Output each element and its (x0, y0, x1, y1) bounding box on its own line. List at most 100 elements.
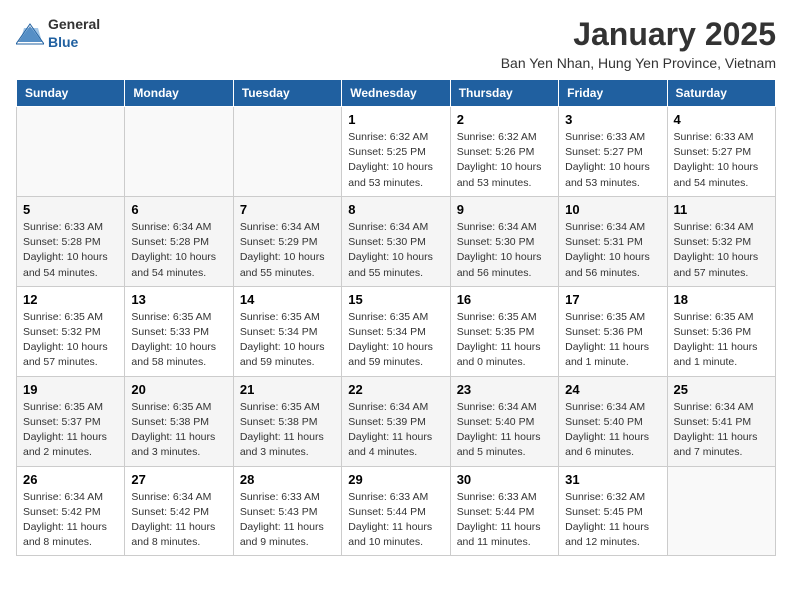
day-detail: Sunrise: 6:34 AM Sunset: 5:39 PM Dayligh… (348, 400, 443, 461)
day-number: 27 (131, 472, 226, 487)
day-detail: Sunrise: 6:32 AM Sunset: 5:25 PM Dayligh… (348, 130, 443, 191)
day-detail: Sunrise: 6:35 AM Sunset: 5:36 PM Dayligh… (674, 310, 769, 371)
day-detail: Sunrise: 6:34 AM Sunset: 5:28 PM Dayligh… (131, 220, 226, 281)
calendar-cell: 6Sunrise: 6:34 AM Sunset: 5:28 PM Daylig… (125, 196, 233, 286)
calendar-cell: 18Sunrise: 6:35 AM Sunset: 5:36 PM Dayli… (667, 286, 775, 376)
calendar-cell: 16 Sunrise: 6:35 AM Sunset: 5:35 PM Dayli… (450, 286, 558, 376)
day-header-monday: Monday (125, 80, 233, 107)
day-number: 22 (348, 382, 443, 397)
day-number: 31 (565, 472, 660, 487)
day-detail: Sunrise: 6:35 AM Sunset: 5:38 PM Dayligh… (240, 400, 335, 461)
day-detail: Sunrise: 6:33 AM Sunset: 5:44 PM Dayligh… (457, 490, 552, 551)
day-number: 2 (457, 112, 552, 127)
day-detail: Sunrise: 6:35 AM Sunset: 5:34 PM Dayligh… (348, 310, 443, 371)
calendar-cell: 4Sunrise: 6:33 AM Sunset: 5:27 PM Daylig… (667, 107, 775, 197)
day-number: 28 (240, 472, 335, 487)
day-number: 23 (457, 382, 552, 397)
day-detail: Sunrise: 6:35 AM Sunset: 5:34 PM Dayligh… (240, 310, 335, 371)
day-number: 9 (457, 202, 552, 217)
day-detail: Sunrise: 6:32 AM Sunset: 5:45 PM Dayligh… (565, 490, 660, 551)
calendar-cell: 7Sunrise: 6:34 AM Sunset: 5:29 PM Daylig… (233, 196, 341, 286)
calendar-cell (17, 107, 125, 197)
calendar-week-1: 1 Sunrise: 6:32 AM Sunset: 5:25 PM Daylig… (17, 107, 776, 197)
day-number: 15 (348, 292, 443, 307)
calendar-cell (233, 107, 341, 197)
day-number: 16 (457, 292, 552, 307)
calendar-cell: 17 Sunrise: 6:35 AM Sunset: 5:36 PM Dayli… (559, 286, 667, 376)
day-number: 5 (23, 202, 118, 217)
calendar-cell: 29 Sunrise: 6:33 AM Sunset: 5:44 PM Dayli… (342, 466, 450, 556)
page-header: General Blue January 2025 Ban Yen Nhan, … (16, 16, 776, 71)
calendar-week-3: 12 Sunrise: 6:35 AM Sunset: 5:32 PM Dayli… (17, 286, 776, 376)
calendar-table: SundayMondayTuesdayWednesdayThursdayFrid… (16, 79, 776, 556)
day-header-wednesday: Wednesday (342, 80, 450, 107)
calendar-header-row: SundayMondayTuesdayWednesdayThursdayFrid… (17, 80, 776, 107)
logo-blue: Blue (48, 34, 78, 50)
calendar-cell: 14 Sunrise: 6:35 AM Sunset: 5:34 PM Dayli… (233, 286, 341, 376)
calendar-cell: 20 Sunrise: 6:35 AM Sunset: 5:38 PM Dayli… (125, 376, 233, 466)
day-header-thursday: Thursday (450, 80, 558, 107)
day-detail: Sunrise: 6:35 AM Sunset: 5:33 PM Dayligh… (131, 310, 226, 371)
day-detail: Sunrise: 6:33 AM Sunset: 5:27 PM Dayligh… (565, 130, 660, 191)
calendar-week-2: 5Sunrise: 6:33 AM Sunset: 5:28 PM Daylig… (17, 196, 776, 286)
calendar-cell: 11 Sunrise: 6:34 AM Sunset: 5:32 PM Dayli… (667, 196, 775, 286)
calendar-cell: 2 Sunrise: 6:32 AM Sunset: 5:26 PM Daylig… (450, 107, 558, 197)
day-header-sunday: Sunday (17, 80, 125, 107)
day-header-tuesday: Tuesday (233, 80, 341, 107)
day-number: 12 (23, 292, 118, 307)
day-number: 1 (348, 112, 443, 127)
calendar-cell: 12 Sunrise: 6:35 AM Sunset: 5:32 PM Dayli… (17, 286, 125, 376)
day-detail: Sunrise: 6:34 AM Sunset: 5:41 PM Dayligh… (674, 400, 769, 461)
day-detail: Sunrise: 6:34 AM Sunset: 5:30 PM Dayligh… (348, 220, 443, 281)
logo: General Blue (16, 16, 100, 52)
calendar-cell: 25 Sunrise: 6:34 AM Sunset: 5:41 PM Dayli… (667, 376, 775, 466)
day-number: 30 (457, 472, 552, 487)
day-number: 17 (565, 292, 660, 307)
day-detail: Sunrise: 6:34 AM Sunset: 5:42 PM Dayligh… (23, 490, 118, 551)
logo-icon (16, 22, 44, 46)
logo-text: General Blue (48, 16, 100, 52)
day-detail: Sunrise: 6:34 AM Sunset: 5:40 PM Dayligh… (565, 400, 660, 461)
day-detail: Sunrise: 6:33 AM Sunset: 5:27 PM Dayligh… (674, 130, 769, 191)
logo-general: General (48, 16, 100, 32)
calendar-cell: 10Sunrise: 6:34 AM Sunset: 5:31 PM Dayli… (559, 196, 667, 286)
day-number: 21 (240, 382, 335, 397)
day-number: 13 (131, 292, 226, 307)
calendar-cell (125, 107, 233, 197)
day-detail: Sunrise: 6:35 AM Sunset: 5:38 PM Dayligh… (131, 400, 226, 461)
calendar-cell: 23 Sunrise: 6:34 AM Sunset: 5:40 PM Dayli… (450, 376, 558, 466)
calendar-cell: 21 Sunrise: 6:35 AM Sunset: 5:38 PM Dayli… (233, 376, 341, 466)
day-detail: Sunrise: 6:35 AM Sunset: 5:32 PM Dayligh… (23, 310, 118, 371)
day-header-friday: Friday (559, 80, 667, 107)
location: Ban Yen Nhan, Hung Yen Province, Vietnam (501, 55, 776, 71)
day-header-saturday: Saturday (667, 80, 775, 107)
day-number: 29 (348, 472, 443, 487)
day-detail: Sunrise: 6:34 AM Sunset: 5:32 PM Dayligh… (674, 220, 769, 281)
calendar-cell: 9 Sunrise: 6:34 AM Sunset: 5:30 PM Daylig… (450, 196, 558, 286)
day-number: 25 (674, 382, 769, 397)
calendar-cell: 31 Sunrise: 6:32 AM Sunset: 5:45 PM Dayli… (559, 466, 667, 556)
calendar-cell: 28Sunrise: 6:33 AM Sunset: 5:43 PM Dayli… (233, 466, 341, 556)
day-detail: Sunrise: 6:34 AM Sunset: 5:29 PM Dayligh… (240, 220, 335, 281)
day-detail: Sunrise: 6:32 AM Sunset: 5:26 PM Dayligh… (457, 130, 552, 191)
day-number: 20 (131, 382, 226, 397)
calendar-cell: 13 Sunrise: 6:35 AM Sunset: 5:33 PM Dayli… (125, 286, 233, 376)
day-number: 26 (23, 472, 118, 487)
title-block: January 2025 Ban Yen Nhan, Hung Yen Prov… (501, 16, 776, 71)
day-detail: Sunrise: 6:34 AM Sunset: 5:40 PM Dayligh… (457, 400, 552, 461)
day-detail: Sunrise: 6:35 AM Sunset: 5:35 PM Dayligh… (457, 310, 552, 371)
calendar-cell: 27Sunrise: 6:34 AM Sunset: 5:42 PM Dayli… (125, 466, 233, 556)
day-number: 10 (565, 202, 660, 217)
calendar-cell (667, 466, 775, 556)
calendar-cell: 19Sunrise: 6:35 AM Sunset: 5:37 PM Dayli… (17, 376, 125, 466)
calendar-cell: 1 Sunrise: 6:32 AM Sunset: 5:25 PM Daylig… (342, 107, 450, 197)
day-number: 14 (240, 292, 335, 307)
calendar-cell: 24Sunrise: 6:34 AM Sunset: 5:40 PM Dayli… (559, 376, 667, 466)
calendar-cell: 8Sunrise: 6:34 AM Sunset: 5:30 PM Daylig… (342, 196, 450, 286)
day-detail: Sunrise: 6:33 AM Sunset: 5:44 PM Dayligh… (348, 490, 443, 551)
day-number: 11 (674, 202, 769, 217)
day-detail: Sunrise: 6:35 AM Sunset: 5:37 PM Dayligh… (23, 400, 118, 461)
day-detail: Sunrise: 6:34 AM Sunset: 5:30 PM Dayligh… (457, 220, 552, 281)
day-detail: Sunrise: 6:35 AM Sunset: 5:36 PM Dayligh… (565, 310, 660, 371)
calendar-week-5: 26 Sunrise: 6:34 AM Sunset: 5:42 PM Dayli… (17, 466, 776, 556)
